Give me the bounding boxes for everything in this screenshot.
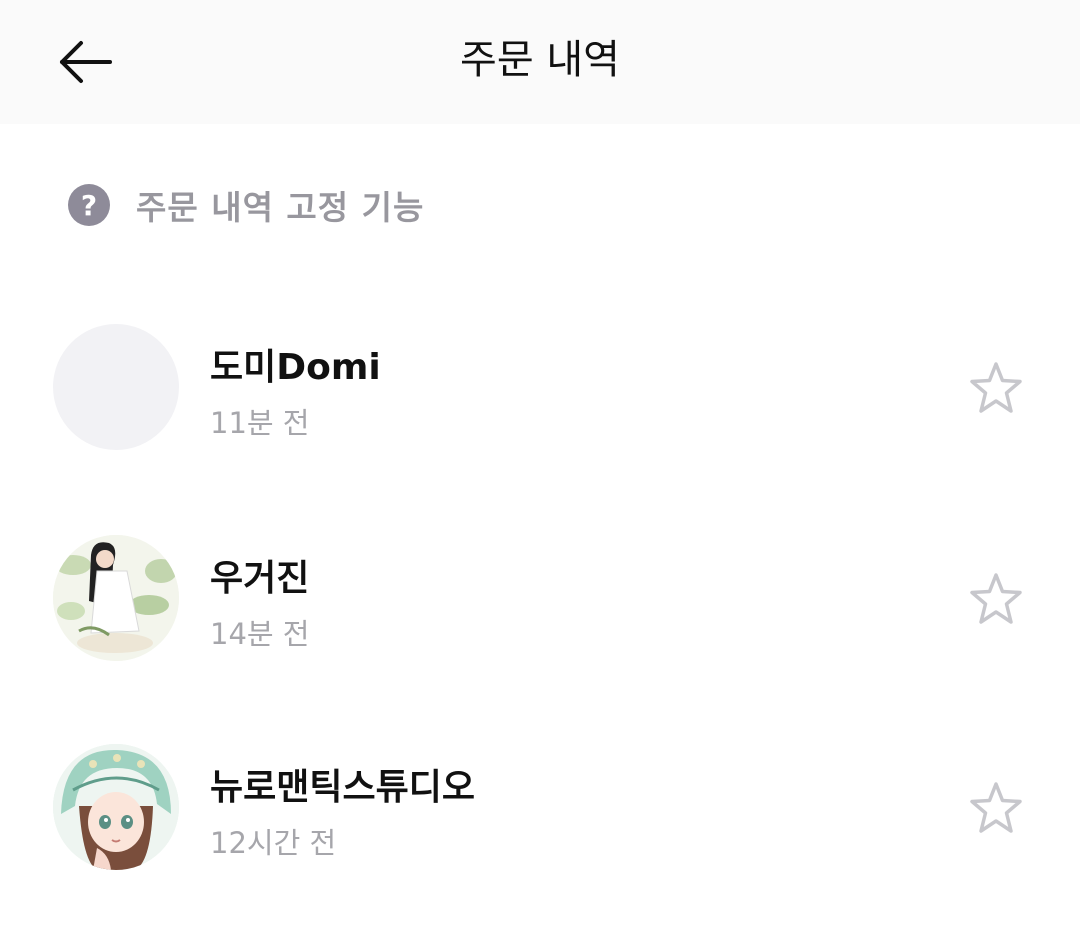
illustration-girl-in-plants — [53, 535, 179, 661]
order-list-item[interactable]: 도미Domi 11분 전 — [0, 324, 1080, 494]
favorite-button[interactable] — [966, 778, 1026, 838]
illustration-girl-with-green-hood — [53, 744, 179, 870]
star-outline-icon — [970, 782, 1022, 833]
order-time: 11분 전 — [210, 406, 310, 440]
page-title: 주문 내역 — [460, 37, 620, 83]
favorite-button[interactable] — [966, 358, 1026, 418]
question-circle-icon: ? — [68, 184, 110, 226]
order-list-item[interactable]: 뉴로맨틱스튜디오 12시간 전 — [0, 744, 1080, 914]
shop-name: 뉴로맨틱스튜디오 — [210, 767, 475, 808]
star-outline-icon — [970, 362, 1022, 413]
top-app-bar: 주문 내역 — [0, 0, 1080, 124]
shop-avatar — [53, 324, 179, 450]
order-time: 12시간 전 — [210, 826, 337, 860]
shop-avatar — [53, 535, 179, 661]
order-time: 14분 전 — [210, 617, 310, 651]
pin-orders-help-link[interactable]: ? 주문 내역 고정 기능 — [68, 182, 424, 228]
favorite-button[interactable] — [966, 569, 1026, 629]
star-outline-icon — [970, 573, 1022, 624]
order-list-item[interactable]: 우거진 14분 전 — [0, 535, 1080, 705]
shop-name: 도미Domi — [210, 347, 381, 388]
help-label: 주문 내역 고정 기능 — [136, 188, 425, 227]
shop-avatar — [53, 744, 179, 870]
shop-name: 우거진 — [210, 558, 310, 599]
